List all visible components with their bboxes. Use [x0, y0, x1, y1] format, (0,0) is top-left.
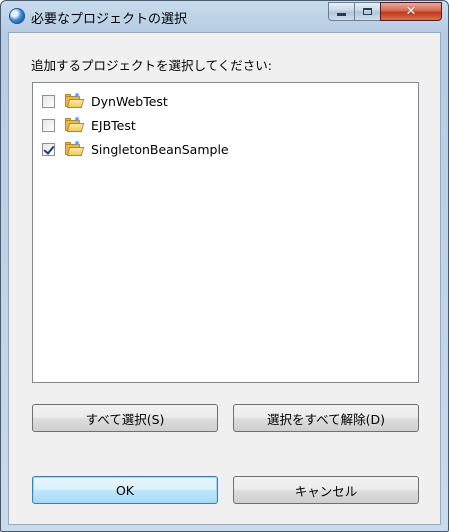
cancel-button[interactable]: キャンセル [233, 476, 419, 504]
project-checkbox[interactable] [42, 142, 55, 156]
project-name: EJBTest [91, 117, 136, 133]
minimize-button[interactable] [328, 2, 355, 21]
maximize-button[interactable] [354, 2, 381, 21]
project-list[interactable]: DynWebTest EJBTest SingletonBeanSample [32, 82, 419, 383]
globe-icon [9, 8, 25, 24]
dialog-body: 追加するプロジェクトを選択してください: DynWebTest EJBTest [8, 32, 441, 525]
list-item[interactable]: SingletonBeanSample [42, 139, 229, 159]
close-button[interactable]: ✕ [380, 2, 442, 21]
project-name: SingletonBeanSample [91, 141, 229, 157]
window-title: 必要なプロジェクトの選択 [31, 12, 188, 27]
ok-button[interactable]: OK [32, 476, 218, 504]
dialog-window: 必要なプロジェクトの選択 ✕ 追加するプロジェクトを選択してください: DynW… [0, 0, 449, 532]
project-name: DynWebTest [91, 93, 168, 109]
project-checkbox[interactable] [42, 118, 55, 132]
folder-icon [65, 92, 85, 108]
close-icon: ✕ [405, 4, 417, 19]
list-item[interactable]: DynWebTest [42, 91, 168, 111]
select-all-button[interactable]: すべて選択(S) [32, 404, 218, 432]
maximize-icon [363, 8, 372, 15]
title-bar[interactable]: 必要なプロジェクトの選択 ✕ [1, 1, 448, 33]
minimize-icon [337, 13, 346, 16]
deselect-all-button[interactable]: 選択をすべて解除(D) [233, 404, 419, 432]
instruction-label: 追加するプロジェクトを選択してください: [31, 58, 272, 73]
project-checkbox[interactable] [42, 94, 55, 108]
list-item[interactable]: EJBTest [42, 115, 136, 135]
folder-icon [65, 116, 85, 132]
folder-icon [65, 140, 85, 156]
